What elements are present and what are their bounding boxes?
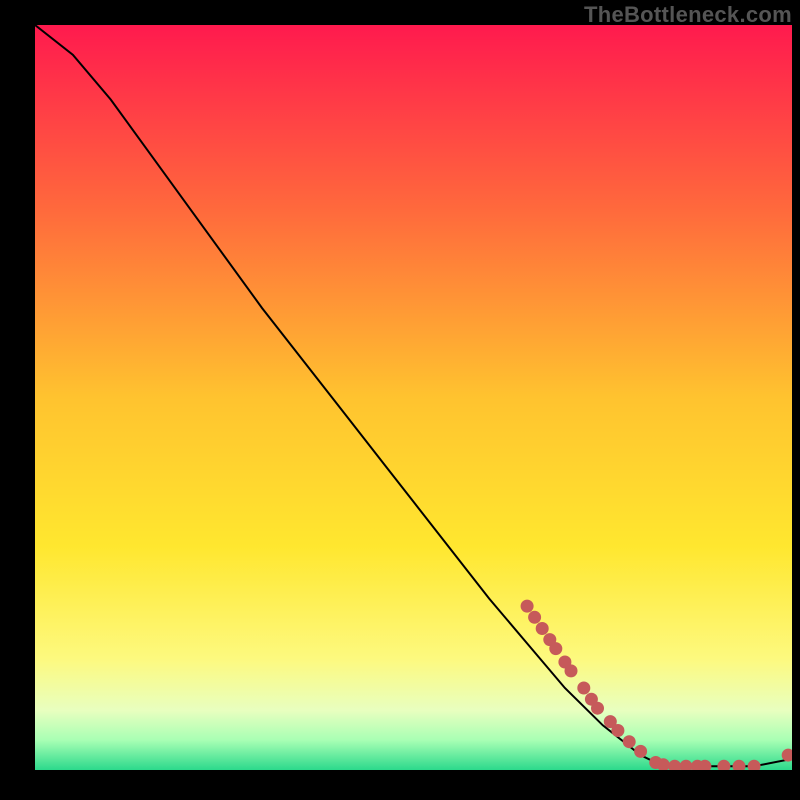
chart-background [35, 25, 792, 770]
data-point [549, 642, 562, 655]
data-point [591, 702, 604, 715]
chart-container: TheBottleneck.com [0, 0, 800, 800]
data-point [528, 611, 541, 624]
data-point [623, 735, 636, 748]
chart-plot-area [35, 25, 792, 770]
data-point [536, 622, 549, 635]
data-point [611, 724, 624, 737]
data-point [577, 682, 590, 695]
data-point [565, 664, 578, 677]
data-point [634, 745, 647, 758]
chart-svg [35, 25, 792, 770]
data-point [521, 600, 534, 613]
